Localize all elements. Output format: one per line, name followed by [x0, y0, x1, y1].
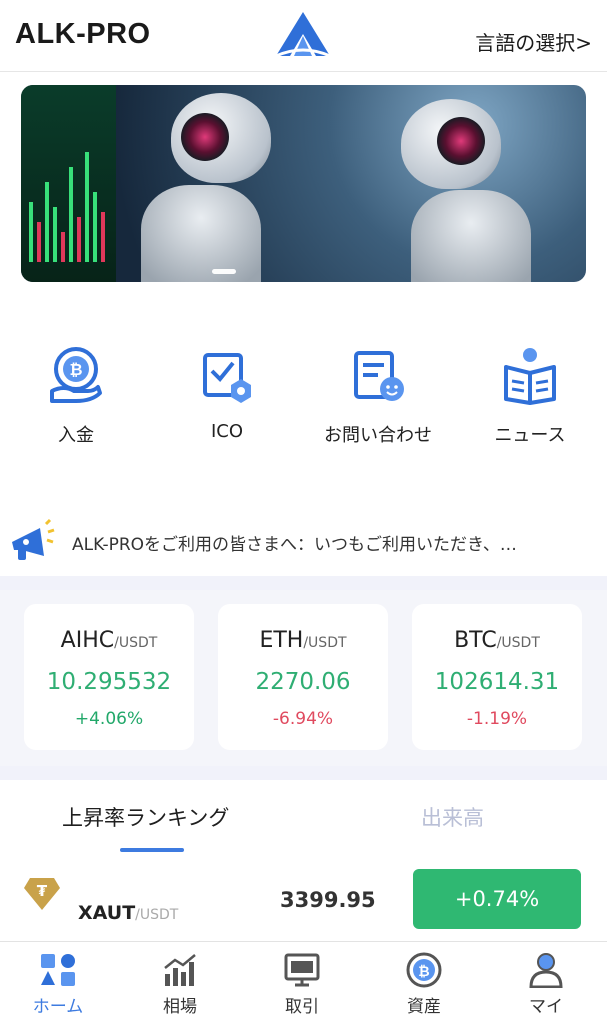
pair-base: BTC	[454, 628, 497, 653]
megaphone-icon	[12, 518, 55, 560]
nav-market[interactable]: 相場	[130, 952, 230, 1017]
section-divider	[0, 576, 607, 590]
pair-quote: /USDT	[303, 635, 347, 651]
contact-support-icon	[354, 351, 404, 401]
tab-gainers[interactable]: 上昇率ランキング	[62, 802, 229, 832]
pair-price: 10.295532	[46, 669, 172, 695]
section-divider	[0, 766, 607, 780]
ranking-pair: XAUT/USDT	[78, 902, 178, 924]
ranking-change-badge[interactable]: +0.74%	[413, 869, 581, 929]
app-header: ALK-PRO 言語の選択>	[0, 0, 607, 72]
ranking-row[interactable]: ₮ XAUT/USDT 3399.95 +0.74%	[0, 862, 607, 938]
quick-menu: ₿ 入金 ICO お問い合わせ ニュース	[0, 345, 607, 455]
pair-price: 2270.06	[255, 669, 351, 695]
nav-assets[interactable]: ₿ 資産	[374, 952, 474, 1017]
quick-item-news[interactable]: ニュース	[455, 345, 605, 447]
pair-change: +4.06%	[74, 709, 144, 729]
market-card-eth[interactable]: ETH/USDT 2270.06 -6.94%	[218, 604, 388, 750]
quick-item-label: お問い合わせ	[324, 425, 432, 446]
announcement-text: ALK-PROをご利用の皆さまへ：いつもご利用いただき、…	[72, 535, 517, 555]
market-chart-icon	[164, 954, 196, 986]
user-profile-icon	[529, 953, 563, 988]
tab-volume[interactable]: 出来高	[421, 802, 484, 832]
trade-monitor-icon	[284, 953, 320, 987]
pair-label: AIHC/USDT	[24, 628, 194, 653]
ranking-tabs: 上昇率ランキング 出来高	[0, 780, 607, 854]
ranking-price: 3399.95	[280, 888, 376, 912]
pair-change: -1.19%	[466, 709, 528, 729]
quick-item-contact[interactable]: お問い合わせ	[303, 345, 453, 447]
banner-pagination-indicator	[212, 269, 236, 274]
checklist-gear-icon	[203, 353, 251, 403]
pair-change: -6.94%	[272, 709, 334, 729]
quick-item-deposit[interactable]: ₿ 入金	[1, 345, 151, 447]
quick-item-label: 入金	[58, 425, 94, 446]
language-select-button[interactable]: 言語の選択>	[475, 27, 592, 56]
market-cards: AIHC/USDT 10.295532 +4.06% ETH/USDT 2270…	[0, 590, 607, 766]
nav-label: ホーム	[32, 997, 84, 1017]
banner-chart-screen	[21, 85, 116, 282]
pair-label: ETH/USDT	[218, 628, 388, 653]
svg-text:₿: ₿	[69, 360, 82, 379]
announcement-bar[interactable]: ALK-PROをご利用の皆さまへ：いつもご利用いただき、…	[0, 516, 607, 572]
market-card-aihc[interactable]: AIHC/USDT 10.295532 +4.06%	[24, 604, 194, 750]
nav-home[interactable]: ホーム	[8, 952, 108, 1017]
ranking-quote: /USDT	[135, 907, 179, 923]
nav-label: マイ	[529, 997, 563, 1017]
pair-quote: /USDT	[114, 635, 158, 651]
quick-item-ico[interactable]: ICO	[152, 345, 302, 442]
pair-label: BTC/USDT	[412, 628, 582, 653]
nav-profile[interactable]: マイ	[496, 952, 596, 1017]
nav-label: 資産	[407, 997, 441, 1017]
pair-base: AIHC	[60, 628, 115, 653]
nav-label: 相場	[163, 997, 197, 1017]
active-tab-indicator	[120, 848, 184, 852]
brand-logo-icon	[275, 12, 331, 58]
quick-item-label: ニュース	[494, 425, 566, 446]
pair-quote: /USDT	[496, 635, 540, 651]
pair-price: 102614.31	[434, 669, 560, 695]
bitcoin-asset-icon: ₿	[406, 952, 442, 988]
svg-text:₿: ₿	[418, 964, 429, 980]
nav-trade[interactable]: 取引	[252, 952, 352, 1017]
quick-item-label: ICO	[210, 421, 244, 442]
tether-gold-icon: ₮	[24, 878, 60, 910]
brand-name: ALK-PRO	[15, 18, 151, 50]
nav-label: 取引	[285, 997, 319, 1017]
svg-text:₮: ₮	[37, 882, 48, 900]
promo-banner[interactable]	[21, 85, 586, 282]
news-reader-icon	[504, 348, 556, 405]
home-grid-icon	[41, 954, 75, 986]
ranking-base: XAUT	[78, 902, 136, 924]
bottom-nav: ホーム 相場 取引 ₿ 資産 マイ	[0, 941, 607, 1024]
pair-base: ETH	[259, 628, 304, 653]
bitcoin-deposit-icon: ₿	[50, 347, 102, 403]
market-card-btc[interactable]: BTC/USDT 102614.31 -1.19%	[412, 604, 582, 750]
